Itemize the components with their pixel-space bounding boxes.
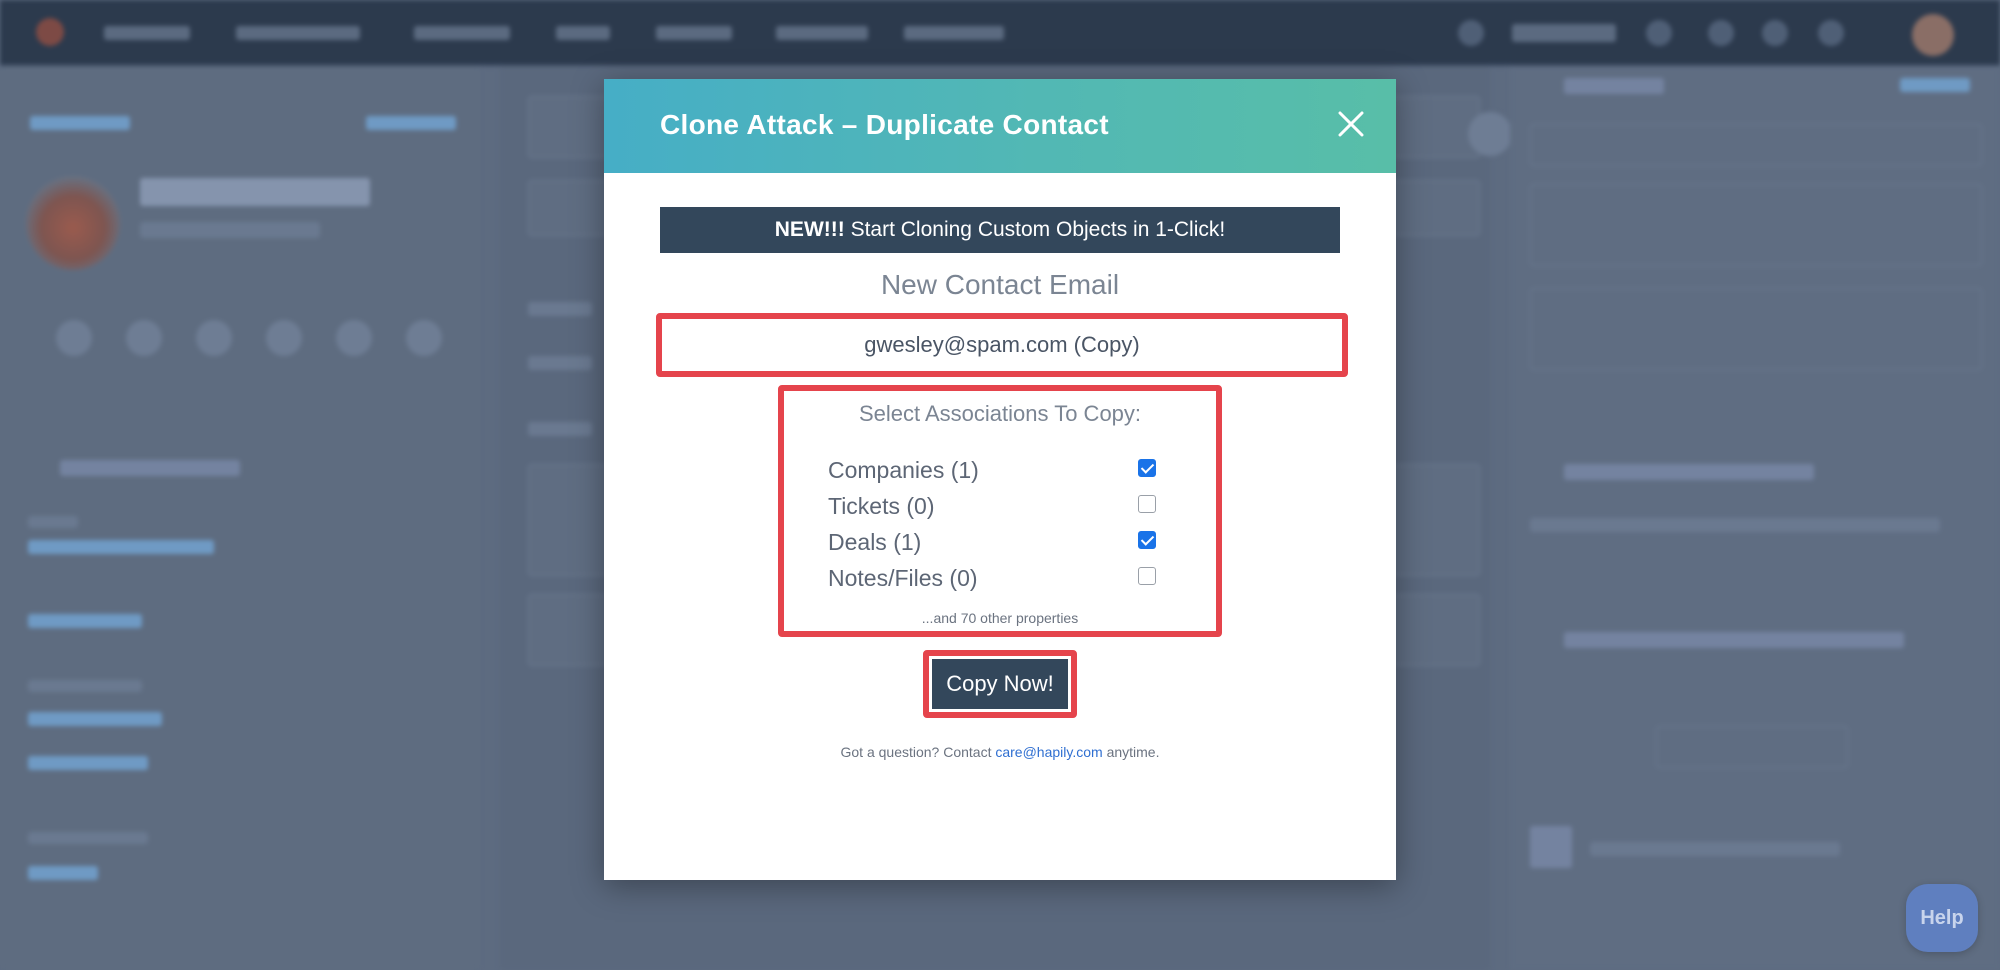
contact-sidebar: [0, 66, 480, 970]
clone-contact-modal: Clone Attack – Duplicate Contact NEW!!! …: [604, 79, 1396, 880]
back-link: [30, 116, 130, 130]
app-text-block: [1590, 842, 1840, 856]
nav-item: [776, 26, 868, 40]
task-icon: [266, 320, 302, 356]
more-icon: [406, 320, 442, 356]
right-sidebar: [1510, 66, 2000, 970]
app-logo-block: [1530, 826, 1572, 868]
section-heading-block: [1564, 78, 1664, 94]
tab-block: [528, 302, 592, 316]
copy-now-button[interactable]: Copy Now!: [932, 659, 1068, 709]
association-label: Notes/Files (0): [828, 565, 978, 591]
association-label: Deals (1): [828, 529, 922, 555]
floating-action-icon: [1468, 112, 1512, 156]
nav-item: [556, 26, 610, 40]
other-properties-note: ...and 70 other properties: [921, 610, 1079, 626]
email-highlight-frame: [656, 313, 1348, 377]
search-icon: [1458, 20, 1484, 46]
association-label: Companies (1): [828, 457, 979, 483]
modal-title: Clone Attack – Duplicate Contact: [660, 109, 1109, 140]
companies-checkbox[interactable]: [1138, 459, 1156, 477]
association-row-companies: Companies (1): [828, 453, 1168, 487]
nav-item: [656, 26, 732, 40]
associations-panel: Select Associations To Copy: Companies (…: [778, 385, 1222, 637]
section-text-block: [1530, 518, 1940, 532]
notes-files-checkbox[interactable]: [1138, 567, 1156, 585]
nav-item: [904, 26, 1004, 40]
contact-avatar: [26, 176, 120, 270]
modal-header: Clone Attack – Duplicate Contact: [604, 79, 1396, 173]
settings-icon: [1818, 20, 1844, 46]
nav-item: [104, 26, 190, 40]
field-label-block: [28, 516, 78, 528]
field-label-block: [28, 832, 148, 844]
association-row-tickets: Tickets (0): [828, 489, 1168, 523]
email-icon: [126, 320, 162, 356]
help-icon: [1708, 20, 1734, 46]
field-value-block: [28, 866, 98, 880]
close-icon: [1338, 111, 1364, 137]
field-value-block: [28, 540, 214, 554]
association-label: Tickets (0): [828, 493, 935, 519]
top-navigation-bar: [0, 0, 2000, 66]
new-email-heading: New Contact Email: [880, 269, 1120, 300]
manage-link-block: [1900, 78, 1970, 92]
copy-highlight-frame: Copy Now!: [923, 650, 1077, 718]
promo-bold: NEW!!!: [774, 218, 845, 241]
field-value-block: [28, 614, 142, 628]
upgrade-button: [1512, 24, 1616, 42]
tab-block: [528, 422, 592, 436]
logo-icon: [36, 18, 64, 46]
support-note: Got a question? Contact care@hapily.com …: [604, 744, 1396, 760]
promo-banner[interactable]: NEW!!! Start Cloning Custom Objects in 1…: [660, 207, 1340, 253]
deals-checkbox[interactable]: [1138, 531, 1156, 549]
property-card: [1530, 184, 1982, 266]
support-email-link[interactable]: care@hapily.com: [995, 744, 1102, 760]
actions-link: [366, 116, 456, 130]
call-icon: [196, 320, 232, 356]
close-button[interactable]: [1334, 107, 1368, 141]
about-heading-block: [60, 460, 240, 476]
marketplace-icon: [1646, 20, 1672, 46]
property-card: [1530, 288, 1982, 370]
phone-icon: [1762, 20, 1788, 46]
field-value-block: [28, 712, 162, 726]
support-note-prefix: Got a question? Contact: [840, 744, 996, 760]
contact-name-block: [140, 178, 370, 206]
field-value-block: [28, 756, 148, 770]
section-heading-block: [1564, 632, 1904, 648]
promo-text: Start Cloning Custom Objects in 1-Click!: [844, 218, 1226, 241]
new-email-input[interactable]: [662, 319, 1342, 371]
section-heading-block: [1564, 464, 1814, 480]
association-row-deals: Deals (1): [828, 525, 1168, 559]
association-row-notes-files: Notes/Files (0): [828, 561, 1168, 595]
create-button-block: [1656, 726, 1848, 768]
note-icon: [56, 320, 92, 356]
field-label-block: [28, 680, 142, 692]
user-avatar: [1912, 14, 1954, 56]
nav-item: [414, 26, 510, 40]
associations-title: Select Associations To Copy:: [858, 401, 1142, 426]
contact-email-block: [140, 222, 320, 238]
support-note-suffix: anytime.: [1102, 744, 1160, 760]
help-button[interactable]: Help: [1906, 884, 1978, 952]
meeting-icon: [336, 320, 372, 356]
tickets-checkbox[interactable]: [1138, 495, 1156, 513]
nav-item: [236, 26, 360, 40]
tab-block: [528, 356, 592, 370]
search-box: [1530, 124, 1982, 166]
